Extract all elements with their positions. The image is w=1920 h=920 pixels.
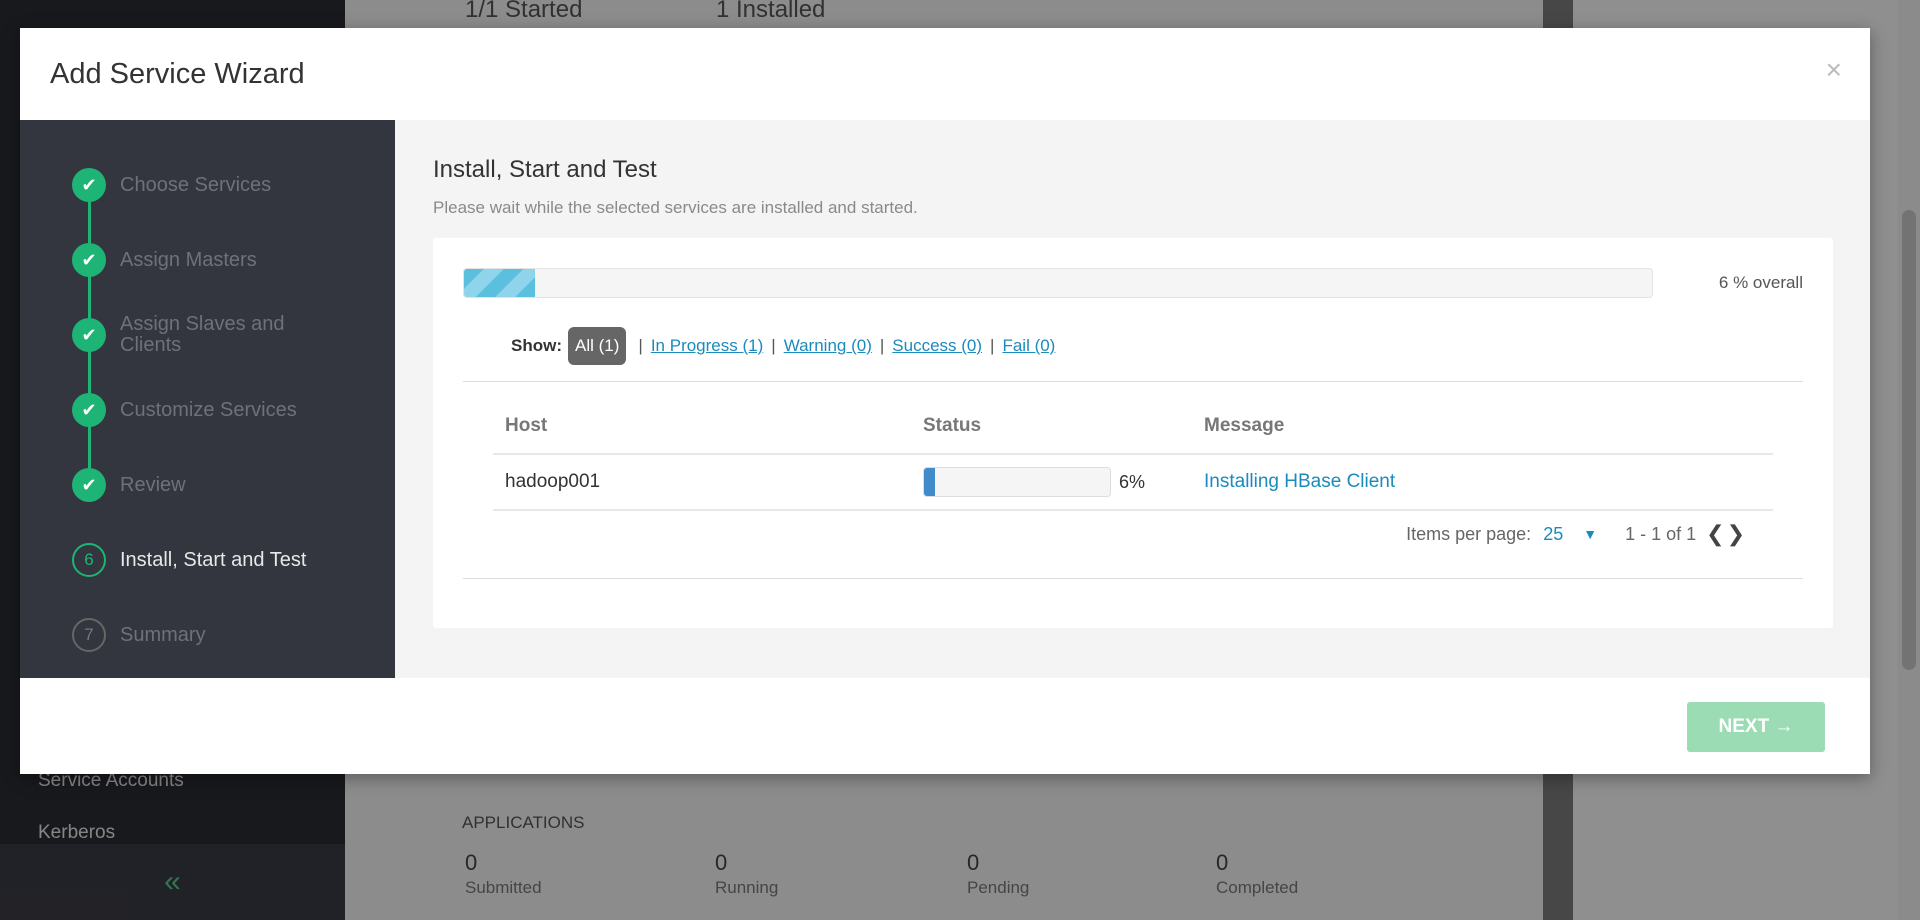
step-label: Assign Slaves and Clients bbox=[120, 313, 285, 356]
step-subtitle: Please wait while the selected services … bbox=[433, 198, 918, 217]
host-status-table: Host Status Message hadoop001 6% Install… bbox=[493, 398, 1773, 511]
host-status-filter: Show: All (1) | In Progress (1) | Warnin… bbox=[511, 326, 1055, 366]
wizard-step-review: ✔ Review bbox=[72, 468, 340, 502]
filter-divider bbox=[463, 381, 1803, 382]
filter-fail[interactable]: Fail (0) bbox=[1002, 336, 1055, 356]
step-label: Install, Start and Test bbox=[120, 548, 307, 571]
chevron-right-icon[interactable]: ❯ bbox=[1727, 521, 1745, 547]
modal-title: Add Service Wizard bbox=[50, 58, 305, 90]
step-title: Install, Start and Test bbox=[433, 156, 657, 183]
step-label: Summary bbox=[120, 623, 206, 646]
items-per-page-select[interactable]: 25 bbox=[1543, 524, 1563, 545]
check-icon: ✔ bbox=[72, 468, 106, 502]
filter-in-progress[interactable]: In Progress (1) bbox=[651, 336, 763, 356]
wizard-step-choose-services: ✔ Choose Services bbox=[72, 168, 340, 202]
page-range-label: 1 - 1 of 1 bbox=[1625, 523, 1697, 544]
filter-separator: | bbox=[638, 336, 643, 355]
filter-warning[interactable]: Warning (0) bbox=[784, 336, 872, 356]
table-header-row: Host Status Message bbox=[493, 398, 1773, 455]
col-header-message: Message bbox=[1192, 398, 1773, 455]
step-label: Customize Services bbox=[120, 398, 297, 421]
modal-header: Add Service Wizard × bbox=[20, 28, 1870, 120]
next-button[interactable]: NEXT → bbox=[1687, 702, 1825, 752]
filter-show-label: Show: bbox=[511, 336, 562, 355]
host-progress-label: 6% bbox=[1119, 471, 1146, 492]
items-per-page-label: Items per page: bbox=[1406, 523, 1532, 544]
filter-success[interactable]: Success (0) bbox=[892, 336, 982, 356]
check-icon: ✔ bbox=[72, 243, 106, 277]
wizard-step-customize-services: ✔ Customize Services bbox=[72, 393, 340, 427]
step-label: Choose Services bbox=[120, 173, 272, 196]
host-progress-bar bbox=[923, 467, 1111, 497]
host-cell: hadoop001 bbox=[493, 454, 911, 511]
overall-progress-fill bbox=[464, 269, 536, 297]
overall-progress-bar bbox=[463, 268, 1653, 298]
wizard-step-assign-masters: ✔ Assign Masters bbox=[72, 243, 340, 277]
check-icon: ✔ bbox=[72, 393, 106, 427]
wizard-step-install-start-test: 6 Install, Start and Test bbox=[72, 543, 340, 577]
wizard-content: Install, Start and Test Please wait whil… bbox=[395, 120, 1870, 678]
step-label: Assign Masters bbox=[120, 248, 257, 271]
filter-all[interactable]: All (1) bbox=[568, 327, 627, 365]
table-pagination: Items per page: 25 ▼ 1 - 1 of 1 ❮ ❯ bbox=[1406, 521, 1745, 547]
step-label: Review bbox=[120, 473, 186, 496]
check-icon: ✔ bbox=[72, 318, 106, 352]
filter-separator: | bbox=[990, 336, 995, 355]
install-progress-panel: 6 % overall Show: All (1) | In Progress … bbox=[433, 238, 1833, 628]
close-icon[interactable]: × bbox=[1826, 54, 1842, 86]
check-icon: ✔ bbox=[72, 168, 106, 202]
step-number-badge: 6 bbox=[72, 543, 106, 577]
task-message-link[interactable]: Installing HBase Client bbox=[1204, 471, 1395, 492]
step-number-badge: 7 bbox=[72, 618, 106, 652]
status-cell: 6% bbox=[911, 454, 1192, 511]
col-header-host: Host bbox=[493, 398, 911, 455]
overall-progress-label: 6 % overall bbox=[1718, 273, 1803, 292]
host-progress-fill bbox=[924, 468, 936, 496]
add-service-wizard-modal: Add Service Wizard × ✔ Choose Services ✔… bbox=[20, 28, 1870, 774]
wizard-step-assign-slaves: ✔ Assign Slaves and Clients bbox=[72, 314, 340, 356]
table-bottom-divider bbox=[463, 578, 1803, 579]
filter-separator: | bbox=[771, 336, 776, 355]
modal-footer: NEXT → bbox=[20, 678, 1870, 774]
message-cell: Installing HBase Client bbox=[1192, 454, 1773, 511]
chevron-left-icon[interactable]: ❮ bbox=[1706, 521, 1724, 547]
wizard-steps-nav: ✔ Choose Services ✔ Assign Masters ✔ Ass… bbox=[20, 120, 395, 678]
col-header-status: Status bbox=[911, 398, 1192, 455]
wizard-step-summary: 7 Summary bbox=[72, 618, 340, 652]
filter-separator: | bbox=[879, 336, 885, 355]
table-row: hadoop001 6% Installing HBase Client bbox=[493, 454, 1773, 511]
caret-down-icon[interactable]: ▼ bbox=[1583, 526, 1597, 542]
